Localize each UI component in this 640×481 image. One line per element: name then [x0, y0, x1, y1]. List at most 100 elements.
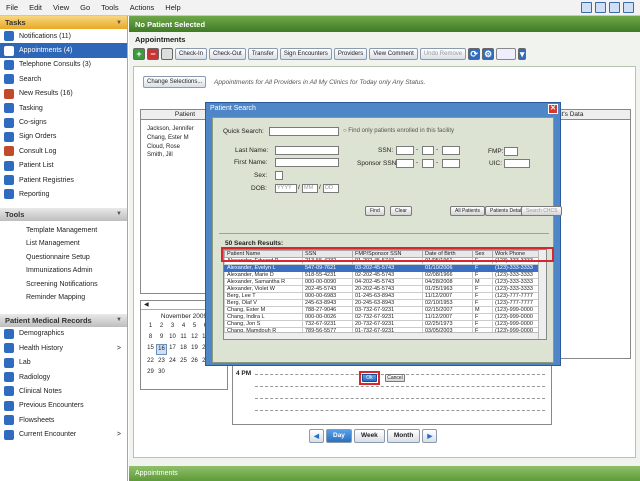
calendar-day[interactable]: 22 — [145, 357, 156, 366]
check-out-button[interactable]: Check-Out — [209, 48, 246, 60]
sex-select[interactable] — [275, 171, 283, 180]
calendar-day[interactable]: 25 — [178, 357, 189, 366]
tool-item-questionnaire-setup[interactable]: Questionnaire Setup — [0, 251, 127, 265]
ok-button[interactable]: Ok — [362, 374, 377, 382]
calendar-day[interactable]: 30 — [156, 368, 167, 377]
sidebar-item-new-results-16[interactable]: New Results (16) — [0, 87, 127, 101]
calendar-day[interactable]: 12 — [189, 333, 200, 342]
dob-year-input[interactable]: YYYY — [275, 184, 297, 193]
dropdown-icon[interactable]: ▾ — [518, 48, 527, 60]
sidebar-item-current-encounter[interactable]: Current Encounter > — [0, 427, 127, 441]
sidebar-item-patient-registries[interactable]: Patient Registries — [0, 173, 127, 187]
calendar-day[interactable]: 1 — [145, 322, 156, 331]
tasks-header[interactable]: Tasks ▼ — [0, 16, 127, 29]
table-row[interactable]: Chang, Indira L 000-00-0026 02-732-67-9231… — [224, 313, 539, 321]
menu-help[interactable]: Help — [165, 3, 180, 12]
sponsor-ssn-part3-input[interactable] — [442, 159, 460, 168]
calendar-day[interactable]: 29 — [145, 368, 156, 377]
refresh-icon[interactable]: ⟳ — [468, 48, 481, 60]
ssn-part3-input[interactable] — [442, 146, 460, 155]
add-icon[interactable]: + — [133, 48, 145, 60]
dob-month-input[interactable]: MM — [302, 184, 318, 193]
week-view-button[interactable]: Week — [353, 429, 385, 443]
table-row[interactable]: Alexander, Violet W 202-45-5743 20-202-45-… — [224, 285, 539, 293]
tool-item-template-management[interactable]: Template Management — [0, 224, 127, 238]
calendar-day[interactable]: 8 — [145, 333, 156, 342]
menu-actions[interactable]: Actions — [130, 3, 155, 12]
view-comment-button[interactable]: View Comment — [369, 48, 418, 60]
calendar-day[interactable]: 18 — [178, 344, 189, 355]
sidebar-item-reporting[interactable]: Reporting — [0, 187, 127, 201]
remove-icon[interactable]: − — [147, 48, 159, 60]
sidebar-item-co-signs[interactable]: Co-signs — [0, 115, 127, 129]
sidebar-item-consult-log[interactable]: Consult Log — [0, 144, 127, 158]
collapse-icon[interactable]: ▼ — [116, 20, 122, 26]
sponsor-ssn-part2-input[interactable] — [422, 159, 434, 168]
sidebar-item-patient-list[interactable]: Patient List — [0, 159, 127, 173]
table-row[interactable]: Alexander, Evelyn L 547-09-7621 03-202-45-… — [224, 264, 539, 272]
sponsor-ssn-part1-input[interactable] — [396, 159, 414, 168]
uic-input[interactable] — [504, 159, 530, 168]
sidebar-item-search[interactable]: Search — [0, 72, 127, 86]
sidebar-item-demographics[interactable]: Demographics — [0, 327, 127, 341]
sidebar-item-clinical-notes[interactable]: Clinical Notes — [0, 384, 127, 398]
calendar-day[interactable]: 23 — [156, 357, 167, 366]
calendar-day[interactable]: 16 — [156, 344, 167, 355]
calendar-day[interactable]: 17 — [167, 344, 178, 355]
quick-search-input[interactable] — [269, 127, 339, 136]
help-icon[interactable] — [623, 2, 634, 13]
blank-icon[interactable] — [161, 48, 173, 60]
patient-medical-records-header[interactable]: Patient Medical Records ▼ — [0, 313, 127, 327]
table-row[interactable]: Alexander, Marie D 518-55-4231 02-202-45-5… — [224, 271, 539, 279]
undo-remove-button[interactable]: Undo Remove — [419, 48, 467, 60]
enrolled-only-checkbox[interactable]: ○ Find only patients enrolled in this fa… — [343, 128, 454, 134]
calendar-day[interactable]: 26 — [189, 357, 200, 366]
tool-item-immunizations-admin[interactable]: Immunizations Admin — [0, 264, 127, 278]
sidebar-item-telephone-consults-3[interactable]: Telephone Consults (3) — [0, 58, 127, 72]
transfer-button[interactable]: Transfer — [247, 48, 278, 60]
sidebar-item-appointments-4[interactable]: Appointments (4) — [0, 43, 127, 58]
calendar-day[interactable]: 11 — [178, 333, 189, 342]
menu-file[interactable]: File — [6, 3, 18, 12]
sidebar-item-health-history[interactable]: Health History > — [0, 341, 127, 355]
tool-item-screening-notifications[interactable]: Screening Notifications — [0, 278, 127, 292]
tool-item-reminder-mapping[interactable]: Reminder Mapping — [0, 291, 127, 305]
menu-edit[interactable]: Edit — [29, 3, 42, 12]
ssn-part2-input[interactable] — [422, 146, 434, 155]
month-view-button[interactable]: Month — [386, 429, 421, 443]
calendar-day[interactable]: 4 — [178, 322, 189, 331]
calendar-day[interactable]: 19 — [189, 344, 200, 355]
calendar-day[interactable]: 15 — [145, 344, 156, 355]
collapse-icon[interactable]: ▼ — [116, 211, 122, 217]
calendar-day[interactable]: 5 — [189, 322, 200, 331]
vertical-scrollbar[interactable] — [538, 250, 546, 339]
calendar-day[interactable]: 24 — [167, 357, 178, 366]
sidebar-item-flowsheets[interactable]: Flowsheets — [0, 413, 127, 427]
grid-icon[interactable] — [581, 2, 592, 13]
table-row[interactable]: Chang, Jon S 732-67-9231 20-732-67-9231 02/… — [224, 320, 539, 328]
table-row[interactable]: Berg, Lee T 000-00-6983 01-245-63-8943 11/1… — [224, 292, 539, 300]
document-icon[interactable] — [595, 2, 606, 13]
calendar-icon[interactable] — [609, 2, 620, 13]
sidebar-item-notifications-11[interactable]: Notifications (11) — [0, 29, 127, 43]
menu-view[interactable]: View — [53, 3, 69, 12]
last-name-input[interactable] — [275, 146, 339, 155]
search-chcs-button[interactable]: Search CHCS — [521, 206, 563, 216]
sidebar-item-previous-encounters[interactable]: Previous Encounters — [0, 399, 127, 413]
sidebar-item-sign-orders[interactable]: Sign Orders — [0, 130, 127, 144]
table-row[interactable]: Chang, Ester M 788-27-9046 03-732-67-9231 0… — [224, 306, 539, 314]
find-button[interactable]: Find — [365, 206, 385, 216]
printer-icon[interactable] — [496, 48, 517, 60]
providers-button[interactable]: Providers — [333, 48, 368, 60]
sidebar-item-lab[interactable]: Lab — [0, 355, 127, 369]
table-row[interactable]: Alexander, Samantha R 000-00-0090 04-202-4… — [224, 278, 539, 286]
clear-button[interactable]: Clear — [390, 206, 412, 216]
first-name-input[interactable] — [275, 158, 339, 167]
sign-encounters-button[interactable]: Sign Encounters — [279, 48, 332, 60]
prev-icon[interactable]: ◀ — [309, 429, 324, 443]
gear-icon[interactable]: ⚙ — [482, 48, 495, 60]
horizontal-scrollbar[interactable] — [224, 332, 538, 339]
cancel-button[interactable]: Cancel — [385, 374, 405, 382]
sidebar-item-radiology[interactable]: Radiology — [0, 370, 127, 384]
sidebar-item-tasking[interactable]: Tasking — [0, 101, 127, 115]
